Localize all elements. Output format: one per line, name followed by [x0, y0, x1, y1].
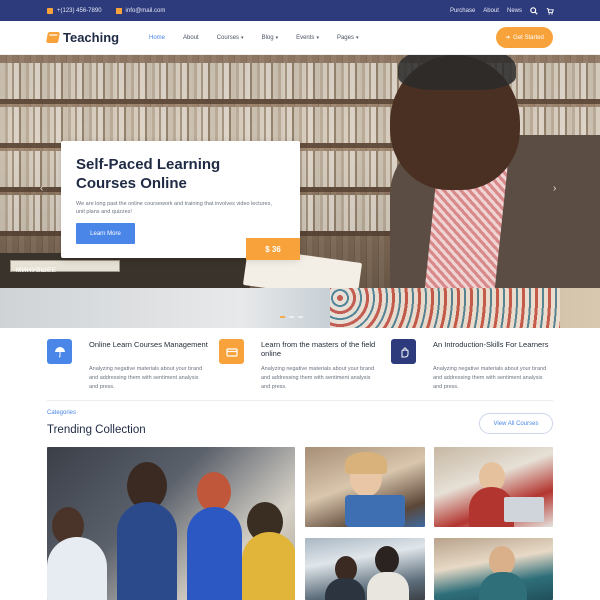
chevron-down-icon: ▾ [355, 35, 359, 41]
top-bar: +(123) 456-7890 info@mail.com Purchase A… [0, 0, 600, 21]
student-body [187, 507, 242, 600]
top-links: Purchase About News [450, 0, 554, 21]
top-link-about[interactable]: About [483, 8, 499, 14]
slider-dot[interactable] [298, 316, 303, 318]
learn-more-button[interactable]: Learn More [76, 223, 135, 244]
feature-title: Learn from the masters of the field onli… [261, 340, 376, 358]
nav-courses-label: Courses [216, 35, 240, 41]
slider-dot[interactable] [289, 316, 294, 318]
mail-icon [115, 7, 122, 14]
nav-pages[interactable]: Pages ▾ [328, 35, 368, 41]
category-label: Categories [47, 410, 77, 416]
student-hair [345, 452, 387, 474]
chevron-down-icon: ▾ [241, 35, 244, 41]
section-divider [47, 400, 553, 401]
hand-icon [391, 339, 416, 364]
course-image-group-study[interactable] [47, 447, 295, 600]
main-header: Teaching Home About Courses ▾ Blog ▾ Event… [0, 21, 600, 55]
student-head [197, 472, 231, 512]
course-image-outdoor[interactable] [305, 538, 425, 600]
nav-home-label: Home [149, 35, 166, 41]
email-contact[interactable]: info@mail.com [115, 7, 166, 14]
price-badge: $ 36 [246, 238, 300, 260]
feature-title: Online Learn Courses Management [89, 340, 208, 349]
top-link-news[interactable]: News [507, 8, 522, 14]
nav-about[interactable]: About [174, 35, 208, 41]
feature-title: An Introduction-Skills For Learners [433, 340, 549, 349]
student-body [479, 572, 527, 600]
student-body [325, 578, 365, 600]
feature-description: Analyzing negative materials about your … [433, 366, 547, 390]
student-body [367, 572, 409, 600]
student-head [375, 546, 399, 574]
course-image-laptop[interactable] [434, 447, 553, 527]
main-nav: Home About Courses ▾ Blog ▾ Events ▾ Pages ▾ [140, 21, 367, 55]
nav-blog-label: Blog [261, 35, 274, 41]
book-title: МИНУВШЕЕ [16, 267, 57, 274]
email-address: info@mail.com [125, 7, 166, 14]
contact-info: +(123) 456-7890 info@mail.com [47, 0, 165, 21]
phone-icon [47, 7, 53, 14]
student-body [117, 502, 177, 600]
course-image-phone[interactable] [434, 538, 553, 600]
book [345, 495, 405, 527]
arrow-icon: ➜ [505, 35, 511, 41]
hero-slider: МИНУВШЕЕ ‹ › Self-Paced Learning Courses… [0, 55, 600, 328]
nav-events[interactable]: Events ▾ [287, 35, 328, 41]
student-body [47, 537, 107, 600]
course-image-reading[interactable] [305, 447, 425, 527]
feature-description: Analyzing negative materials about your … [89, 366, 203, 390]
chevron-left-icon[interactable]: ‹ [40, 183, 43, 194]
student-body [242, 532, 295, 600]
slider-dots [280, 316, 303, 318]
phone-contact[interactable]: +(123) 456-7890 [47, 7, 102, 14]
chevron-down-icon: ▾ [275, 35, 279, 41]
logo-text: Teaching [63, 30, 120, 45]
floral-fabric [330, 288, 560, 328]
nav-blog[interactable]: Blog ▾ [253, 35, 288, 41]
nav-events-label: Events [296, 35, 315, 41]
nav-pages-label: Pages [336, 35, 354, 41]
get-started-label: Get Started [513, 34, 544, 41]
search-icon[interactable] [530, 6, 538, 15]
section-title: Trending Collection [47, 424, 146, 436]
phone-number: +(123) 456-7890 [57, 7, 102, 14]
card-icon [219, 339, 244, 364]
chevron-down-icon: ▾ [316, 35, 319, 41]
nav-courses[interactable]: Courses ▾ [208, 35, 253, 41]
nav-home[interactable]: Home [140, 35, 174, 41]
laptop [504, 497, 544, 522]
umbrella-icon [47, 339, 72, 364]
chevron-right-icon[interactable]: › [553, 183, 556, 194]
slider-dot-active[interactable] [280, 316, 285, 318]
features-row: Online Learn Courses Management Analyzin… [47, 339, 553, 399]
hero-description: We are long past the online coursework a… [76, 201, 272, 215]
view-all-courses-button[interactable]: View All Courses [479, 413, 553, 434]
top-link-purchase[interactable]: Purchase [450, 8, 475, 14]
get-started-button[interactable]: ➜ Get Started [496, 27, 553, 48]
cart-icon[interactable] [546, 7, 554, 15]
book-icon [46, 32, 60, 43]
site-logo[interactable]: Teaching [46, 30, 120, 45]
feature-description: Analyzing negative materials about your … [261, 366, 375, 390]
teacher-hair [398, 55, 516, 90]
nav-about-label: About [183, 35, 199, 41]
hero-title: Self-Paced Learning Courses Online [76, 156, 221, 192]
